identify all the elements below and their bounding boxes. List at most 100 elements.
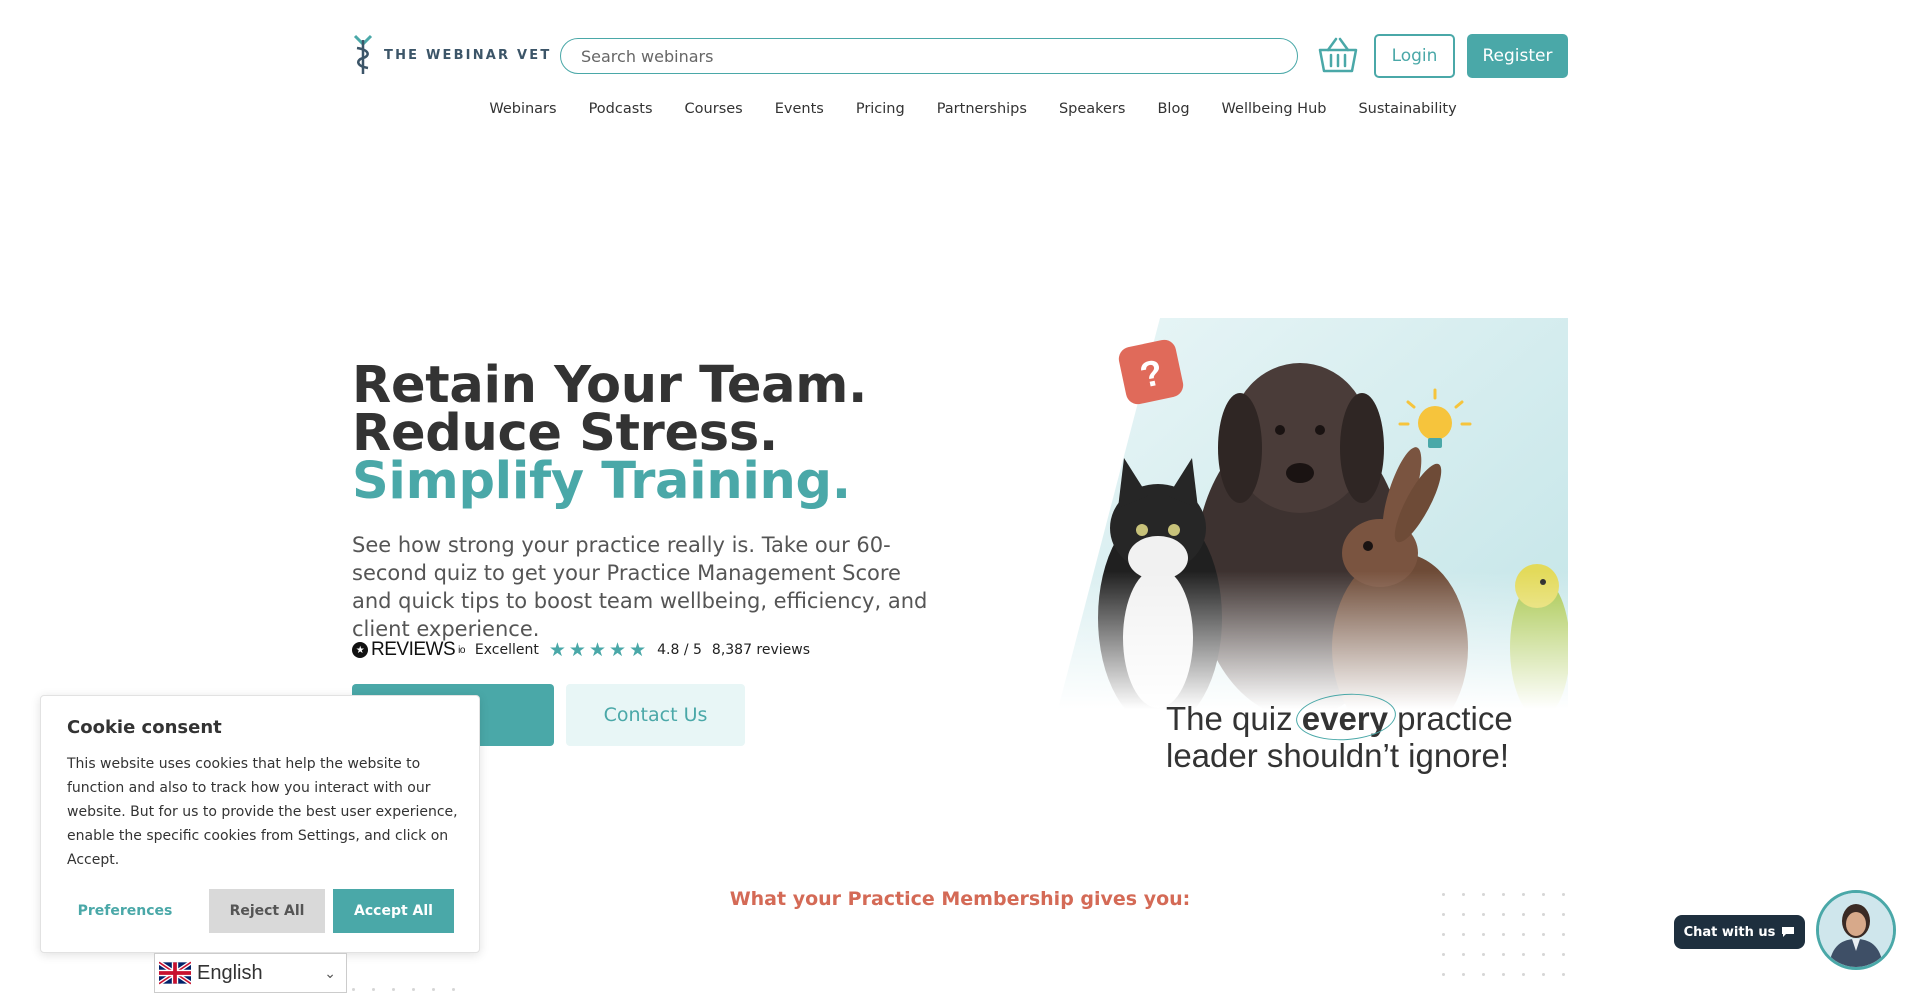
- decorative-dot: [1542, 913, 1545, 916]
- decorative-dot: [1562, 973, 1565, 976]
- nav-item-pricing[interactable]: Pricing: [856, 101, 905, 117]
- caption-line-2: leader shouldn’t ignore!: [1166, 737, 1510, 774]
- decorative-dot: [1482, 973, 1485, 976]
- rating-stars: ★ ★ ★ ★ ★: [549, 639, 647, 661]
- star-icon: ★: [588, 639, 608, 661]
- decorative-dot: [1482, 933, 1485, 936]
- decorative-dot: [1542, 893, 1545, 896]
- decorative-dot: [1522, 913, 1525, 916]
- contact-us-button[interactable]: Contact Us: [566, 684, 745, 746]
- nav-item-wellbeing-hub[interactable]: Wellbeing Hub: [1222, 101, 1327, 117]
- search-input[interactable]: [581, 46, 1297, 66]
- logo-text: THE WEBINAR VET: [384, 47, 552, 63]
- decorative-dot: [1502, 953, 1505, 956]
- nav-item-blog[interactable]: Blog: [1157, 101, 1189, 117]
- caption-emphasis: every: [1294, 690, 1398, 744]
- login-button[interactable]: Login: [1374, 34, 1455, 78]
- decorative-dot: [1502, 913, 1505, 916]
- reviews-io-logo: ★ REVIEWS io: [352, 639, 465, 661]
- nav-item-speakers[interactable]: Speakers: [1059, 101, 1126, 117]
- cookie-accept-all-button[interactable]: Accept All: [333, 889, 454, 933]
- decorative-dot: [1462, 933, 1465, 936]
- decorative-dot: [1442, 933, 1445, 936]
- star-icon: ★: [568, 639, 587, 661]
- decorative-dot: [1522, 973, 1525, 976]
- chat-agent-avatar[interactable]: [1816, 890, 1896, 970]
- cookie-consent-dialog: Cookie consent This website uses cookies…: [40, 695, 480, 953]
- reviews-widget[interactable]: ★ REVIEWS io Excellent ★ ★ ★ ★ ★ 4.8 / 5 …: [352, 639, 810, 661]
- decorative-dot: [1522, 933, 1525, 936]
- decorative-dot: [1462, 973, 1465, 976]
- nav-item-podcasts[interactable]: Podcasts: [589, 101, 653, 117]
- decorative-dot: [352, 988, 355, 991]
- nav-item-sustainability[interactable]: Sustainability: [1358, 101, 1456, 117]
- decorative-dot: [1462, 953, 1465, 956]
- decorative-dot: [1562, 913, 1565, 916]
- chat-label: Chat with us: [1683, 924, 1776, 940]
- hero-title-line: Retain Your Team.: [352, 356, 868, 415]
- decorative-dot: [1562, 893, 1565, 896]
- rating-word: Excellent: [474, 642, 539, 658]
- decorative-dot: [1522, 893, 1525, 896]
- hero-title: Retain Your Team. Reduce Stress. Simplif…: [352, 356, 868, 511]
- star-icon: ★: [629, 639, 648, 661]
- decorative-dot: [1502, 893, 1505, 896]
- language-selector[interactable]: English ⌄: [154, 953, 347, 993]
- decorative-dot: [1462, 893, 1465, 896]
- register-button[interactable]: Register: [1467, 34, 1568, 78]
- decorative-dot: [1442, 953, 1445, 956]
- decorative-dot: [452, 988, 455, 991]
- caption-text: The quiz: [1166, 700, 1302, 737]
- decorative-dot: [1522, 953, 1525, 956]
- decorative-dot: [1542, 933, 1545, 936]
- hero-image-caption: The quiz every practice leader shouldn’t…: [1166, 690, 1513, 774]
- decorative-dot: [1482, 953, 1485, 956]
- decorative-dot: [412, 988, 415, 991]
- caduceus-logo-icon: [353, 34, 373, 74]
- cookie-title: Cookie consent: [67, 717, 222, 738]
- decorative-dot: [1442, 973, 1445, 976]
- decorative-dot: [1482, 913, 1485, 916]
- decorative-dot: [1442, 913, 1445, 916]
- cookie-body: This website uses cookies that help the …: [67, 756, 458, 868]
- decorative-dot: [1502, 933, 1505, 936]
- hero-title-accent-line: Simplify Training.: [352, 452, 851, 511]
- hero-title-line: Reduce Stress.: [352, 404, 778, 463]
- decorative-dot: [1482, 893, 1485, 896]
- nav-item-partnerships[interactable]: Partnerships: [937, 101, 1027, 117]
- decorative-dot: [392, 988, 395, 991]
- rating-score: 4.8 / 5: [657, 642, 702, 658]
- decorative-dot: [1502, 973, 1505, 976]
- decorative-dot: [1562, 933, 1565, 936]
- search-bar[interactable]: [560, 38, 1298, 74]
- review-count: 8,387 reviews: [711, 642, 811, 658]
- caption-text: practice: [1388, 700, 1513, 737]
- star-badge-icon: ★: [352, 642, 368, 658]
- star-icon: ★: [548, 639, 567, 661]
- language-label: English: [197, 961, 263, 984]
- uk-flag-icon: [159, 961, 191, 985]
- nav-item-webinars[interactable]: Webinars: [489, 101, 556, 117]
- cookie-preferences-button[interactable]: Preferences: [67, 889, 183, 933]
- decorative-dot: [1462, 913, 1465, 916]
- nav-item-courses[interactable]: Courses: [685, 101, 743, 117]
- cookie-reject-all-button[interactable]: Reject All: [209, 889, 325, 933]
- chevron-down-icon: ⌄: [324, 964, 336, 981]
- hero-subtitle: See how strong your practice really is. …: [352, 533, 928, 641]
- reviews-brand-suffix: io: [458, 644, 465, 656]
- site-logo[interactable]: THE WEBINAR VET: [352, 34, 551, 76]
- decorative-dot: [372, 988, 375, 991]
- main-nav: Webinars Podcasts Courses Events Pricing…: [0, 101, 1920, 117]
- decorative-dot: [1442, 893, 1445, 896]
- nav-item-events[interactable]: Events: [775, 101, 824, 117]
- decorative-dot: [432, 988, 435, 991]
- decorative-dot: [1542, 953, 1545, 956]
- agent-portrait-icon: [1819, 893, 1893, 967]
- message-icon: [1782, 927, 1795, 937]
- basket-icon[interactable]: [1316, 36, 1360, 74]
- star-icon: ★: [609, 639, 628, 661]
- decorative-dot: [1542, 973, 1545, 976]
- reviews-brand: REVIEWS: [371, 639, 456, 660]
- decorative-dot: [1562, 953, 1565, 956]
- chat-with-us-button[interactable]: Chat with us: [1674, 915, 1805, 949]
